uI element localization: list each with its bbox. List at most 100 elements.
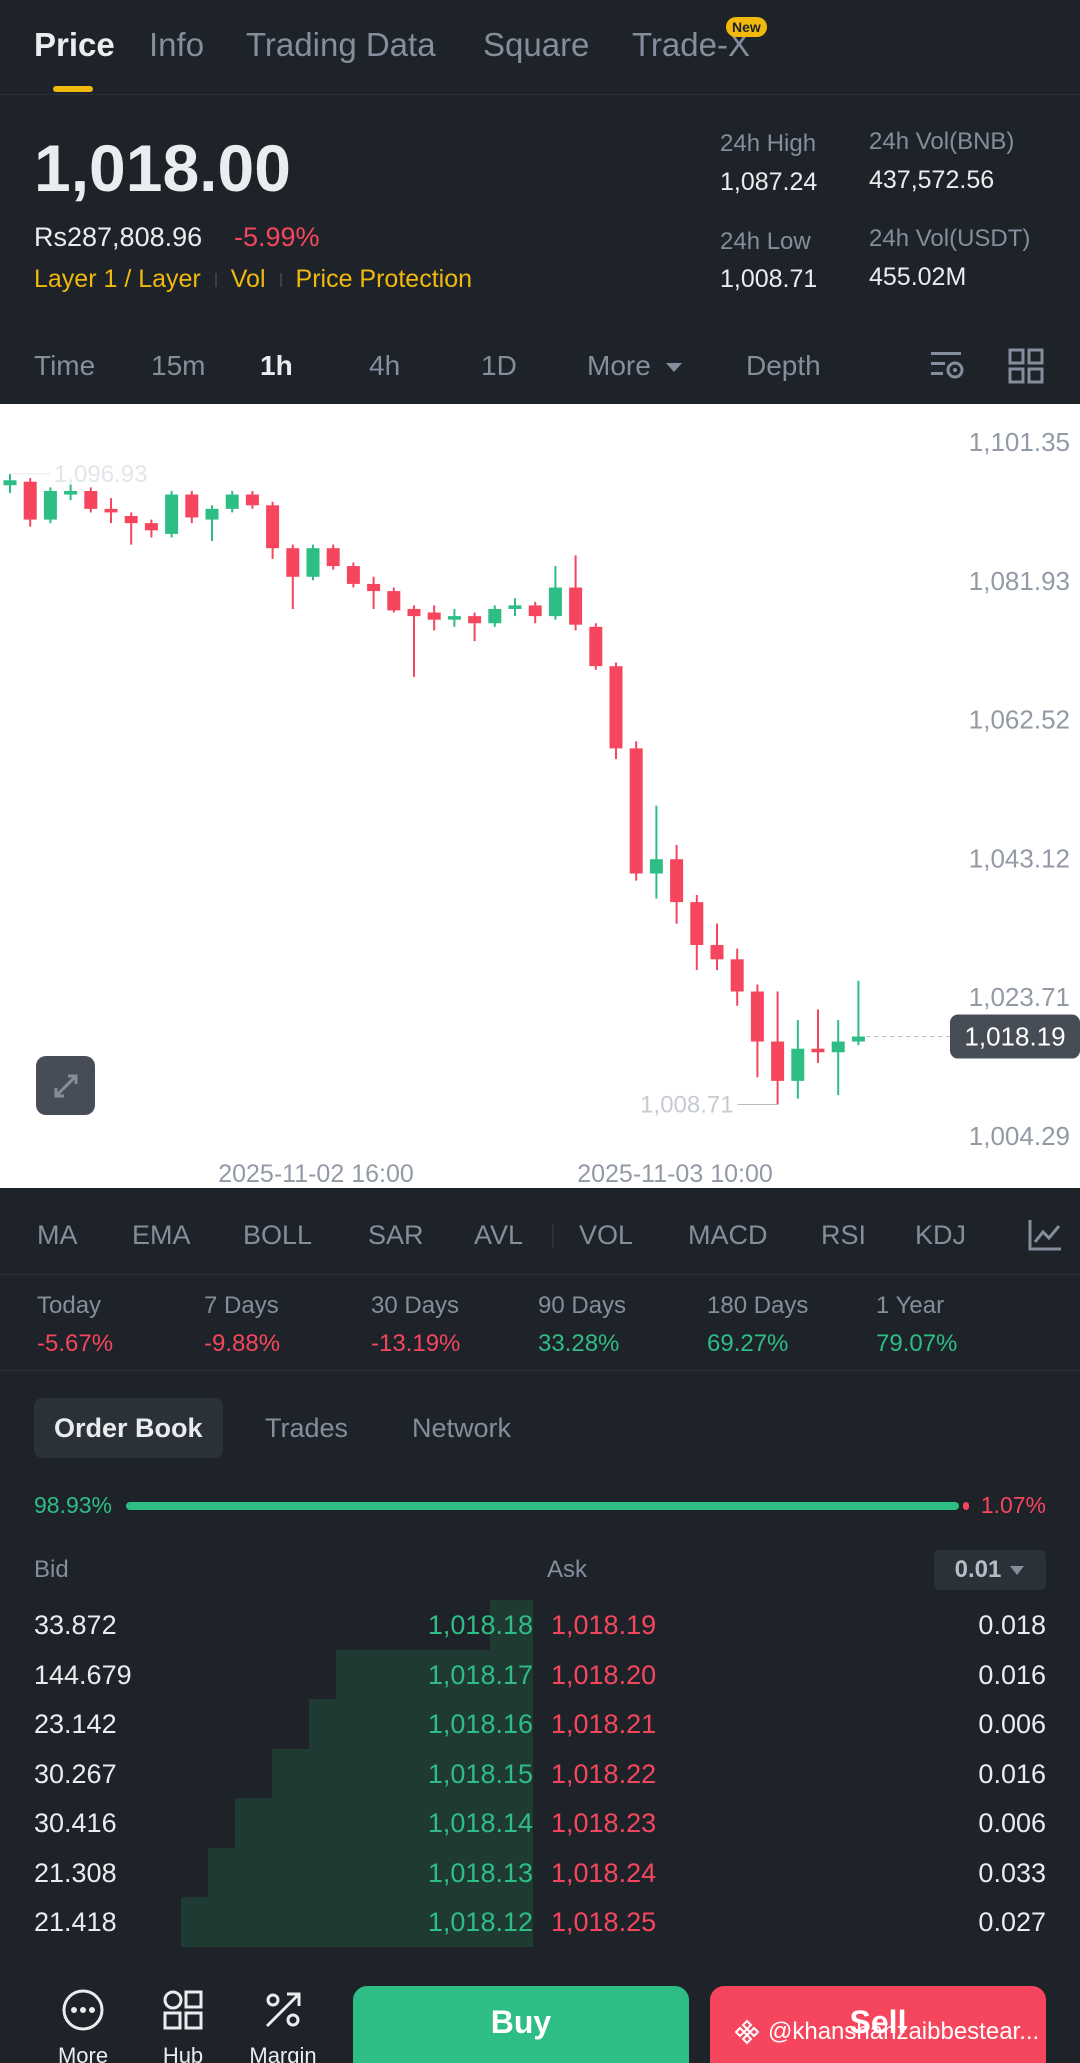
caret-down-icon [1010,1565,1025,1575]
low-marker-label: 1,008.71 [640,1091,733,1118]
interval-more-label: More [587,350,651,381]
perf-label: 1 Year [876,1292,945,1319]
candle-body [427,612,441,620]
ask-ratio-percent: 1.07% [980,1492,1046,1518]
indicator-rsi[interactable]: RSI [821,1220,866,1251]
indicator-boll[interactable]: BOLL [243,1220,312,1251]
interval-4h[interactable]: 4h [369,350,400,382]
tag-divider [279,272,282,287]
perf-180-days: 180 Days 69.27% [707,1292,808,1358]
perf-value: -5.67% [37,1330,114,1357]
ask-price: 1,018.25 [551,1907,657,1937]
margin-button[interactable]: Margin [238,1988,328,2063]
bid-price: 1,018.13 [427,1857,533,1888]
tab-trades[interactable]: Trades [245,1398,368,1458]
tab-order-book[interactable]: Order Book [34,1398,223,1458]
tag-vol[interactable]: Vol [231,265,266,294]
indicator-kdj[interactable]: KDJ [915,1220,966,1251]
precision-select[interactable]: 0.01 [934,1550,1046,1590]
fiat-price: Rs287,808.96 [34,222,203,252]
ask-price: 1,018.22 [551,1758,657,1789]
candle-body [831,1041,845,1053]
order-book-row[interactable]: 21.308 1,018.13 1,018.24 0.033 [0,1847,1080,1898]
candle-body [447,616,461,620]
bid-quantity: 23.142 [34,1709,117,1739]
stat-low-value: 1,008.71 [720,265,818,293]
candle-body [64,490,78,495]
candle-body [710,945,724,960]
order-book-row[interactable]: 23.142 1,018.16 1,018.21 0.006 [0,1699,1080,1749]
interval-time[interactable]: Time [34,350,95,382]
tab-network[interactable]: Network [392,1398,531,1458]
interval-more[interactable]: More [587,350,683,382]
ask-header: Ask [547,1556,588,1583]
candle-body [286,548,300,577]
ask-quantity: 0.006 [978,1709,1046,1739]
tab-info[interactable]: Info [149,26,204,64]
candle-body [609,666,623,749]
indicator-macd[interactable]: MACD [688,1220,768,1251]
margin-icon [265,1992,301,2028]
stat-vol-base-value: 437,572.56 [869,166,995,194]
tag-layer[interactable]: Layer 1 / Layer [34,265,201,294]
interval-1d[interactable]: 1D [481,350,517,382]
more-label: More [57,2043,109,2063]
ask-quantity: 0.016 [978,1659,1046,1690]
perf-today: Today -5.67% [37,1292,113,1358]
indicator-ema[interactable]: EMA [132,1220,191,1251]
candle-body [144,523,158,531]
bid-price: 1,018.14 [427,1808,533,1838]
perf-30-days: 30 Days -13.19% [371,1292,460,1358]
candle-body [548,587,562,617]
interval-15m[interactable]: 15m [151,350,205,382]
candle-body [468,616,482,624]
tab-trading-data[interactable]: Trading Data [246,26,436,64]
perf-7-days: 7 Days -9.88% [204,1292,280,1358]
tab-square[interactable]: Square [483,26,589,64]
candle-body [23,481,37,520]
bid-header: Bid [34,1556,69,1583]
candle-body [165,494,179,534]
candle-body [367,583,381,592]
ask-price: 1,018.21 [551,1709,657,1739]
candle-body [508,605,522,609]
indicator-vol[interactable]: VOL [579,1220,633,1251]
fullscreen-button[interactable] [36,1056,95,1115]
tab-price[interactable]: Price [34,26,115,64]
order-book-row[interactable]: 30.267 1,018.15 1,018.22 0.016 [0,1748,1080,1799]
binance-logo-icon [734,2019,760,2045]
tag-divider [214,272,217,287]
more-button[interactable]: More [38,1988,128,2063]
layout-grid-icon[interactable] [1008,348,1044,389]
stat-high-value: 1,087.24 [720,168,818,196]
top-tab-bar: Price Info Trading Data Square Trade-X N… [0,0,1080,95]
candle-body [266,505,280,549]
perf-value: -13.19% [371,1330,461,1357]
price-change-percent: -5.99% [234,222,320,252]
indicator-avl[interactable]: AVL [474,1220,523,1251]
hub-button[interactable]: Hub [138,1988,228,2063]
interval-1h[interactable]: 1h [260,350,293,382]
perf-90-days: 90 Days 33.28% [538,1292,626,1358]
order-book-row[interactable]: 30.416 1,018.14 1,018.23 0.006 [0,1798,1080,1848]
buy-button[interactable]: Buy [353,1986,689,2063]
bottom-action-bar: More Hub Margin Buy Sell [0,1960,1080,2063]
tag-price-protection[interactable]: Price Protection [296,265,472,294]
indicator-sar[interactable]: SAR [368,1220,424,1251]
order-book-row[interactable]: 144.679 1,018.17 1,018.20 0.016 [0,1649,1080,1700]
candle-body [124,516,138,524]
indicator-ma[interactable]: MA [37,1220,78,1251]
ask-quantity: 0.016 [978,1758,1046,1789]
bid-ratio-percent: 98.93% [34,1492,113,1518]
interval-depth[interactable]: Depth [746,350,821,382]
y-tick-label: 1,004.29 [969,1121,1070,1151]
indicator-settings-icon[interactable] [1027,1218,1063,1257]
perf-label: Today [37,1292,102,1319]
chart-settings-icon[interactable] [929,348,967,389]
candlestick-chart[interactable]: 1,101.35 1,081.93 1,062.52 1,043.12 1,023.71… [0,404,1080,1188]
order-book-row[interactable]: 21.418 1,018.12 1,018.25 0.027 [0,1897,1080,1947]
bid-price: 1,018.15 [427,1758,533,1789]
candle-body [730,959,744,992]
candle-body [387,591,401,611]
order-book-row[interactable]: 33.872 1,018.18 1,018.19 0.018 [0,1600,1080,1650]
